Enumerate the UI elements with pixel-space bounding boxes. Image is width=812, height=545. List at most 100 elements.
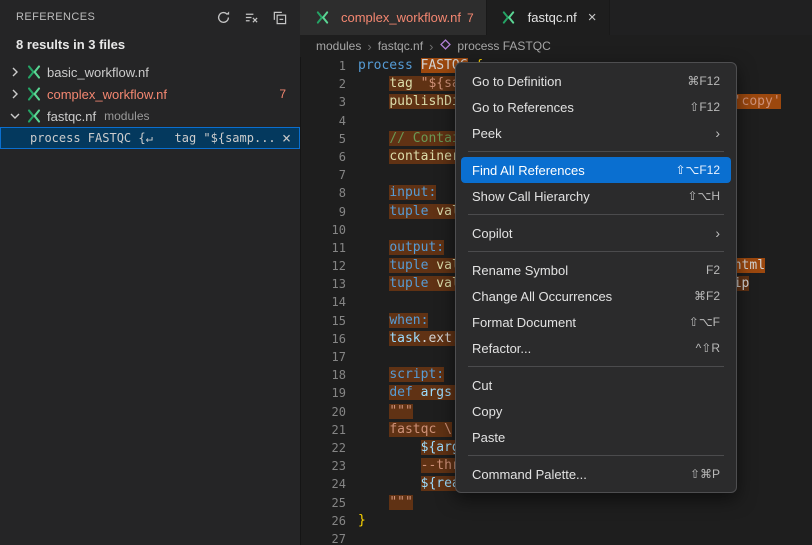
result-count-badge: 7 [279,87,286,101]
collapse-all-icon[interactable] [269,7,290,28]
menu-item-peek[interactable]: Peek› [461,120,731,146]
menu-separator [468,366,724,367]
menu-item-shortcut: ⇧F12 [689,100,720,114]
line-number: 13 [300,275,346,293]
menu-item-label: Find All References [472,163,675,178]
line-number: 10 [300,221,346,239]
symbol-icon [439,38,452,54]
submenu-chevron-icon: › [715,225,720,241]
menu-item-refactor[interactable]: Refactor...^⇧R [461,335,731,361]
tree-file-basic-workflow-nf[interactable]: basic_workflow.nf [0,61,300,83]
refresh-icon[interactable] [213,7,234,28]
menu-item-shortcut: ⇧⌥H [687,189,720,203]
menu-item-label: Copilot [472,226,715,241]
tab-problem-badge: 7 [467,11,474,25]
menu-item-rename-symbol[interactable]: Rename SymbolF2 [461,257,731,283]
breadcrumb-item-fastqc-nf[interactable]: fastqc.nf [378,39,423,53]
breadcrumb-label: fastqc.nf [378,39,423,53]
menu-item-command-palette[interactable]: Command Palette...⇧⌘P [461,461,731,487]
breadcrumb-separator-icon: › [367,39,371,54]
references-sidebar: REFERENCES 8 results in 3 files basic_wo… [0,0,301,545]
chevron-right-icon[interactable] [6,85,24,103]
line-number: 3 [300,93,346,111]
menu-item-shortcut: F2 [706,263,720,277]
menu-item-copy[interactable]: Copy [461,398,731,424]
code-text: output: [358,239,444,257]
nextflow-file-icon [499,10,519,25]
menu-item-label: Paste [472,430,720,445]
menu-item-shortcut: ⌘F2 [694,289,720,303]
nextflow-file-icon [312,10,332,25]
line-number: 23 [300,457,346,475]
tree-file-complex-workflow-nf[interactable]: complex_workflow.nf7 [0,83,300,105]
vscode-window: REFERENCES 8 results in 3 files basic_wo… [0,0,812,545]
breadcrumb-separator-icon: › [429,39,433,54]
menu-item-cut[interactable]: Cut [461,372,731,398]
menu-item-label: Go to Definition [472,74,687,89]
tab-fastqc-nf[interactable]: fastqc.nf× [487,0,610,35]
line-number: 2 [300,75,346,93]
result-preview: process FASTQC {↵ tag "${samp... [30,131,273,145]
tree-file-fastqc-nf[interactable]: fastqc.nfmodules [0,105,300,127]
line-number: 21 [300,421,346,439]
menu-item-shortcut: ⇧⌘P [690,467,720,481]
breadcrumb-item-process-fastqc[interactable]: process FASTQC [439,38,550,54]
menu-item-label: Change All Occurrences [472,289,694,304]
menu-item-label: Peek [472,126,715,141]
code-line: 25 """ [300,494,812,512]
line-number: 4 [300,112,346,130]
menu-item-go-to-definition[interactable]: Go to Definition⌘F12 [461,68,731,94]
results-tree: basic_workflow.nf complex_workflow.nf7fas… [0,61,300,149]
line-number: 18 [300,366,346,384]
code-text: } [358,512,366,530]
menu-item-copilot[interactable]: Copilot› [461,220,731,246]
line-number: 12 [300,257,346,275]
line-number: 19 [300,384,346,402]
menu-separator [468,455,724,456]
menu-item-label: Cut [472,378,720,393]
menu-item-change-all-occurrences[interactable]: Change All Occurrences⌘F2 [461,283,731,309]
menu-item-format-document[interactable]: Format Document⇧⌥F [461,309,731,335]
chevron-down-icon[interactable] [6,107,24,125]
menu-item-label: Rename Symbol [472,263,706,278]
menu-item-shortcut: ⇧⌥F12 [675,163,720,177]
menu-item-shortcut: ⌘F12 [687,74,720,88]
menu-item-find-all-references[interactable]: Find All References⇧⌥F12 [461,157,731,183]
clear-results-icon[interactable] [241,7,262,28]
menu-separator [468,151,724,152]
menu-item-label: Refactor... [472,341,696,356]
tab-label: complex_workflow.nf [341,10,461,25]
tab-complex-workflow-nf[interactable]: complex_workflow.nf 7 [300,0,487,35]
breadcrumb: modules › fastqc.nf › process FASTQC [300,35,812,57]
menu-item-label: Command Palette... [472,467,690,482]
nextflow-file-icon [24,86,44,102]
code-text: when: [358,312,428,330]
search-result-item[interactable]: process FASTQC {↵ tag "${samp...× [0,127,300,149]
menu-item-go-to-references[interactable]: Go to References⇧F12 [461,94,731,120]
breadcrumb-label: process FASTQC [457,39,550,53]
line-number: 17 [300,348,346,366]
menu-separator [468,251,724,252]
menu-item-label: Format Document [472,315,689,330]
panel-actions [213,7,290,28]
menu-item-label: Copy [472,404,720,419]
panel-header: REFERENCES [0,0,300,34]
line-number: 14 [300,293,346,311]
tab-bar: complex_workflow.nf 7 fastqc.nf× [300,0,812,35]
menu-item-paste[interactable]: Paste [461,424,731,450]
line-number: 9 [300,203,346,221]
menu-item-shortcut: ^⇧R [696,341,720,355]
line-number: 1 [300,57,346,75]
file-name: basic_workflow.nf [47,65,149,80]
dismiss-result-icon[interactable]: × [273,131,300,146]
chevron-right-icon[interactable] [6,63,24,81]
code-text: input: [358,184,436,202]
menu-item-show-call-hierarchy[interactable]: Show Call Hierarchy⇧⌥H [461,183,731,209]
line-number: 22 [300,439,346,457]
breadcrumb-item-modules[interactable]: modules [316,39,361,53]
results-summary: 8 results in 3 files [0,34,300,61]
nextflow-file-icon [24,108,44,124]
code-line: 26} [300,512,812,530]
menu-separator [468,214,724,215]
tab-close-icon[interactable]: × [583,10,597,25]
